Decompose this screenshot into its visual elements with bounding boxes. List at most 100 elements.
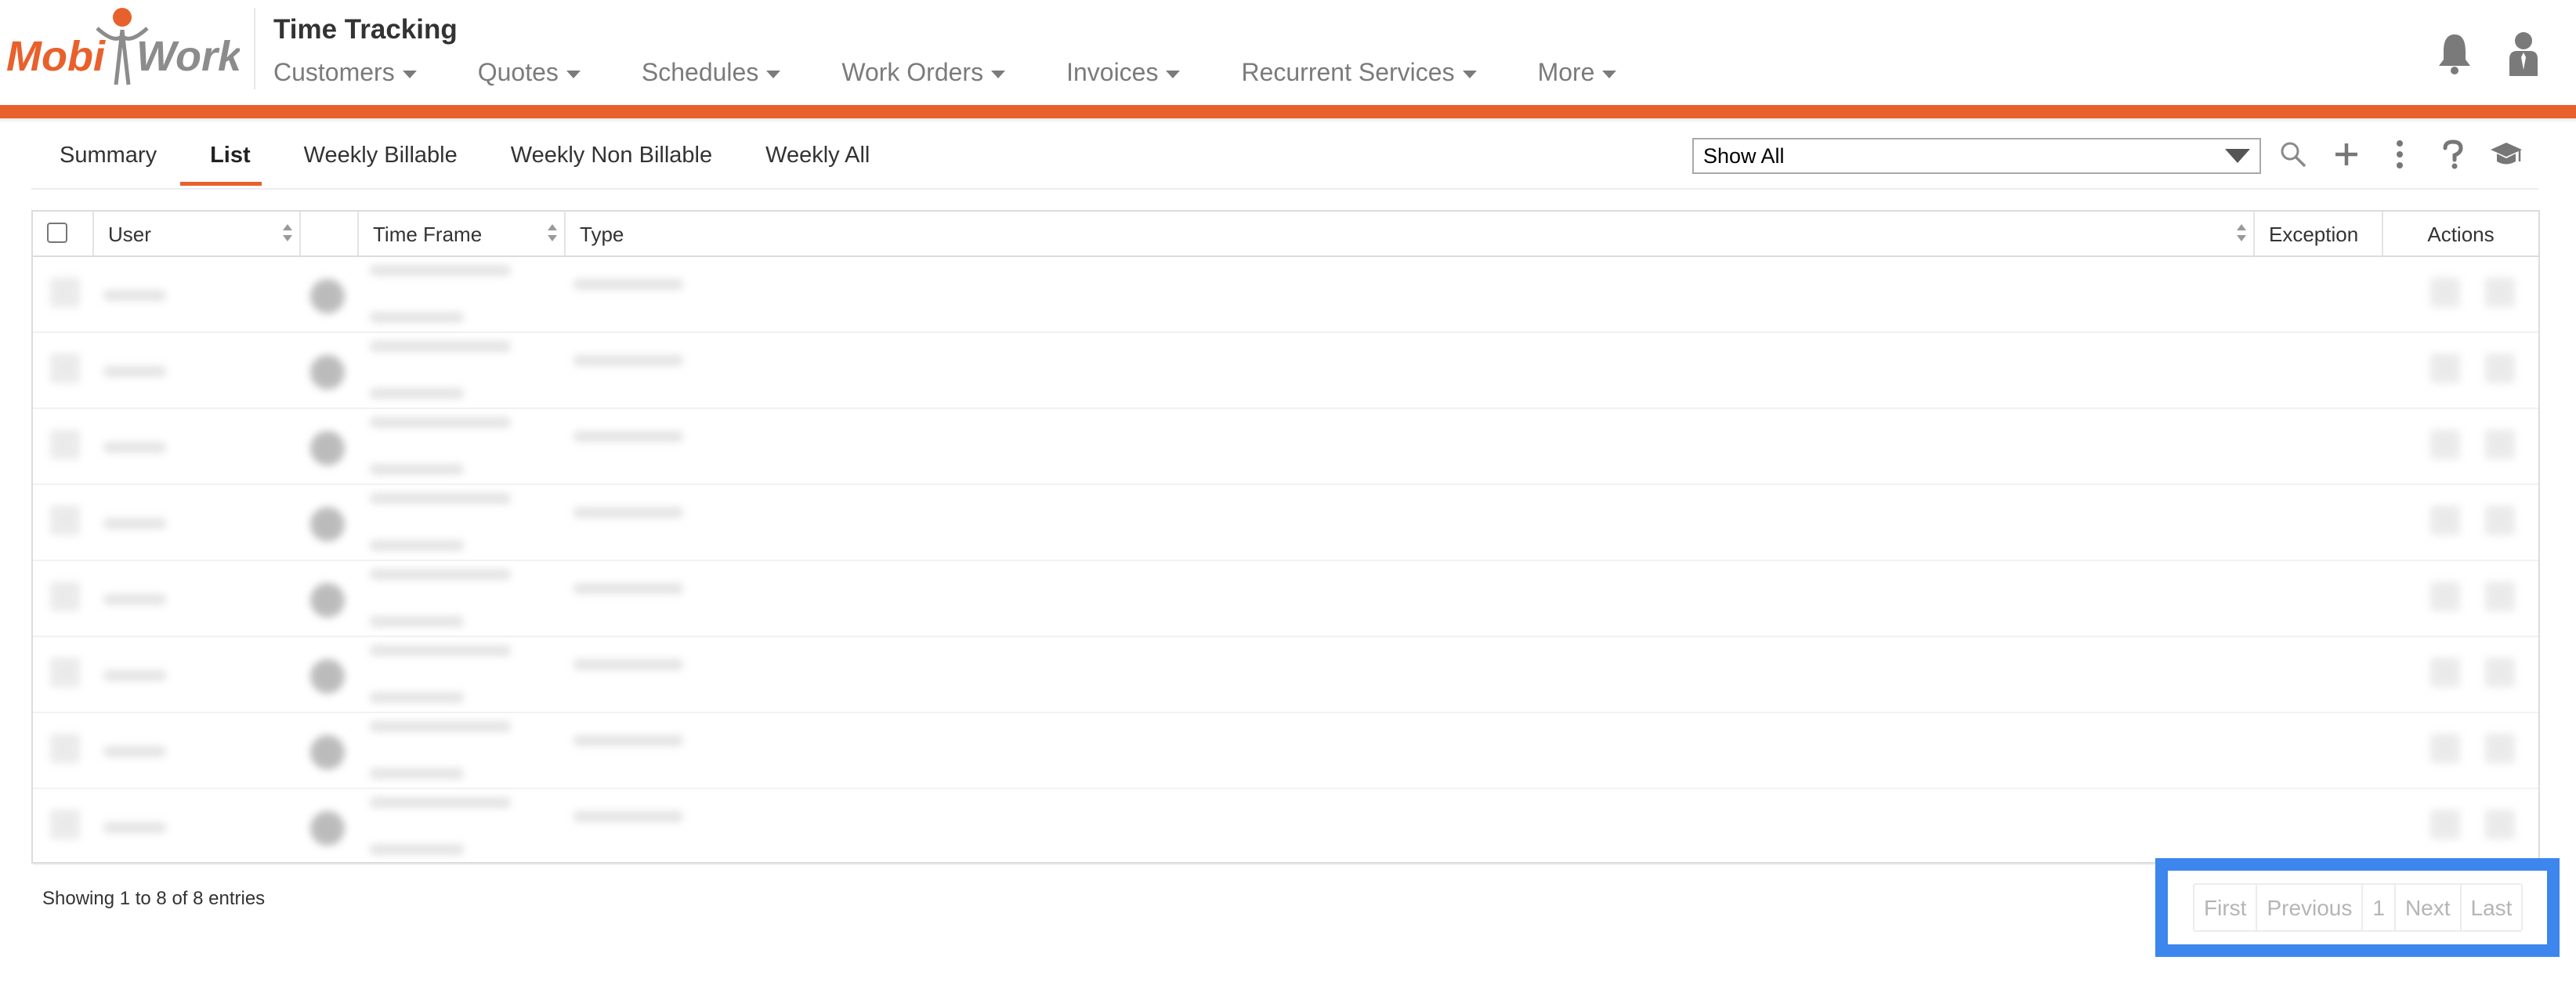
pagination-previous[interactable]: Previous <box>2257 885 2364 930</box>
nav-more[interactable]: More <box>1538 58 1617 87</box>
obscured-placeholder <box>2430 734 2460 763</box>
table-row[interactable] <box>33 637 2538 713</box>
nav-schedules[interactable]: Schedules <box>642 58 781 87</box>
obscured-row-content <box>33 485 2538 561</box>
entries-info: Showing 1 to 8 of 8 entries <box>42 888 266 909</box>
nav-recurrent-services[interactable]: Recurrent Services <box>1241 58 1477 87</box>
obscured-placeholder <box>573 811 683 822</box>
chevron-down-icon <box>1602 70 1617 78</box>
tab-weekly-billable[interactable]: Weekly Billable <box>276 133 483 187</box>
table-row[interactable] <box>33 485 2538 561</box>
tabs-divider <box>31 188 2538 190</box>
obscured-placeholder <box>2485 505 2515 535</box>
obscured-placeholder <box>310 431 345 466</box>
nav-label: Recurrent Services <box>1241 58 1455 86</box>
obscured-placeholder <box>573 735 683 746</box>
obscured-placeholder <box>370 493 511 504</box>
obscured-row-content <box>33 409 2538 485</box>
tab-list[interactable]: List <box>182 133 276 187</box>
main-nav: Customers Quotes Schedules Work Orders I… <box>273 58 1677 87</box>
column-select-all <box>33 212 94 255</box>
obscured-placeholder <box>370 569 511 580</box>
bell-icon[interactable] <box>2433 30 2476 77</box>
column-header-type[interactable]: Type <box>566 212 2255 255</box>
column-header-exception: Exception <box>2255 212 2383 255</box>
obscured-placeholder <box>310 507 345 542</box>
logo-divider <box>254 8 255 89</box>
obscured-placeholder <box>310 583 345 618</box>
table-row[interactable] <box>33 257 2538 333</box>
table-row[interactable] <box>33 713 2538 789</box>
graduation-cap-icon[interactable] <box>2488 135 2524 174</box>
obscured-placeholder <box>2485 810 2515 839</box>
select-all-checkbox[interactable] <box>47 223 67 243</box>
help-icon[interactable] <box>2435 135 2471 174</box>
obscured-placeholder <box>50 353 80 383</box>
chevron-down-icon <box>991 70 1006 78</box>
chevron-down-icon <box>766 70 781 78</box>
obscured-placeholder <box>370 797 511 808</box>
plus-icon[interactable] <box>2328 135 2364 174</box>
tab-weekly-non-billable[interactable]: Weekly Non Billable <box>483 133 737 187</box>
obscured-placeholder <box>2430 429 2460 459</box>
obscured-placeholder <box>103 366 166 377</box>
pagination-first[interactable]: First <box>2194 885 2258 930</box>
column-header-avatar <box>301 212 359 255</box>
column-label: User <box>108 223 151 246</box>
user-icon[interactable] <box>2502 30 2545 77</box>
pagination: First Previous 1 Next Last <box>2193 883 2524 932</box>
page-title: Time Tracking <box>273 14 458 45</box>
obscured-placeholder <box>310 355 345 389</box>
column-header-time-frame[interactable]: Time Frame <box>359 212 566 255</box>
obscured-placeholder <box>50 734 80 763</box>
pagination-last[interactable]: Last <box>2462 885 2522 930</box>
table-row[interactable] <box>33 333 2538 409</box>
chevron-down-icon <box>1166 70 1181 78</box>
nav-label: Invoices <box>1066 58 1159 86</box>
obscured-placeholder <box>103 746 166 757</box>
nav-customers[interactable]: Customers <box>273 58 417 87</box>
nav-invoices[interactable]: Invoices <box>1066 58 1181 87</box>
nav-label: Customers <box>273 58 395 86</box>
toolbar-icons <box>2275 135 2524 174</box>
pagination-page-1[interactable]: 1 <box>2363 885 2396 930</box>
pagination-next[interactable]: Next <box>2396 885 2462 930</box>
obscured-placeholder <box>103 822 166 833</box>
filter-select[interactable]: Show All <box>1692 138 2261 174</box>
mobiwork-logo[interactable]: Mobi Work <box>5 6 240 92</box>
obscured-placeholder <box>2430 505 2460 535</box>
obscured-placeholder <box>310 279 345 313</box>
tab-summary[interactable]: Summary <box>31 133 182 187</box>
obscured-placeholder <box>573 507 683 518</box>
obscured-placeholder <box>370 616 464 627</box>
column-label: Type <box>580 223 624 246</box>
nav-quotes[interactable]: Quotes <box>478 58 581 87</box>
column-header-user[interactable]: User <box>94 212 301 255</box>
table-row[interactable] <box>33 409 2538 485</box>
obscured-placeholder <box>310 811 345 846</box>
search-icon[interactable] <box>2275 135 2311 174</box>
obscured-row-content <box>33 561 2538 637</box>
active-tab-indicator <box>180 182 262 186</box>
column-label: Time Frame <box>373 223 483 246</box>
column-label: Actions <box>2427 223 2495 246</box>
obscured-placeholder <box>103 670 166 681</box>
obscured-placeholder <box>50 277 80 307</box>
nav-label: Quotes <box>477 58 559 86</box>
table-row[interactable] <box>33 789 2538 865</box>
obscured-placeholder <box>50 429 80 459</box>
obscured-row-content <box>33 333 2538 409</box>
tab-weekly-all[interactable]: Weekly All <box>737 133 895 187</box>
obscured-placeholder <box>2485 353 2515 383</box>
nav-label: More <box>1537 58 1595 86</box>
column-label: Exception <box>2269 223 2359 246</box>
obscured-placeholder <box>103 442 166 453</box>
obscured-placeholder <box>573 659 683 670</box>
nav-work-orders[interactable]: Work Orders <box>841 58 1006 87</box>
obscured-placeholder <box>50 658 80 687</box>
table-row[interactable] <box>33 561 2538 637</box>
obscured-placeholder <box>103 290 166 301</box>
obscured-placeholder <box>370 312 464 323</box>
more-vertical-icon[interactable] <box>2382 135 2418 174</box>
obscured-placeholder <box>370 341 511 352</box>
